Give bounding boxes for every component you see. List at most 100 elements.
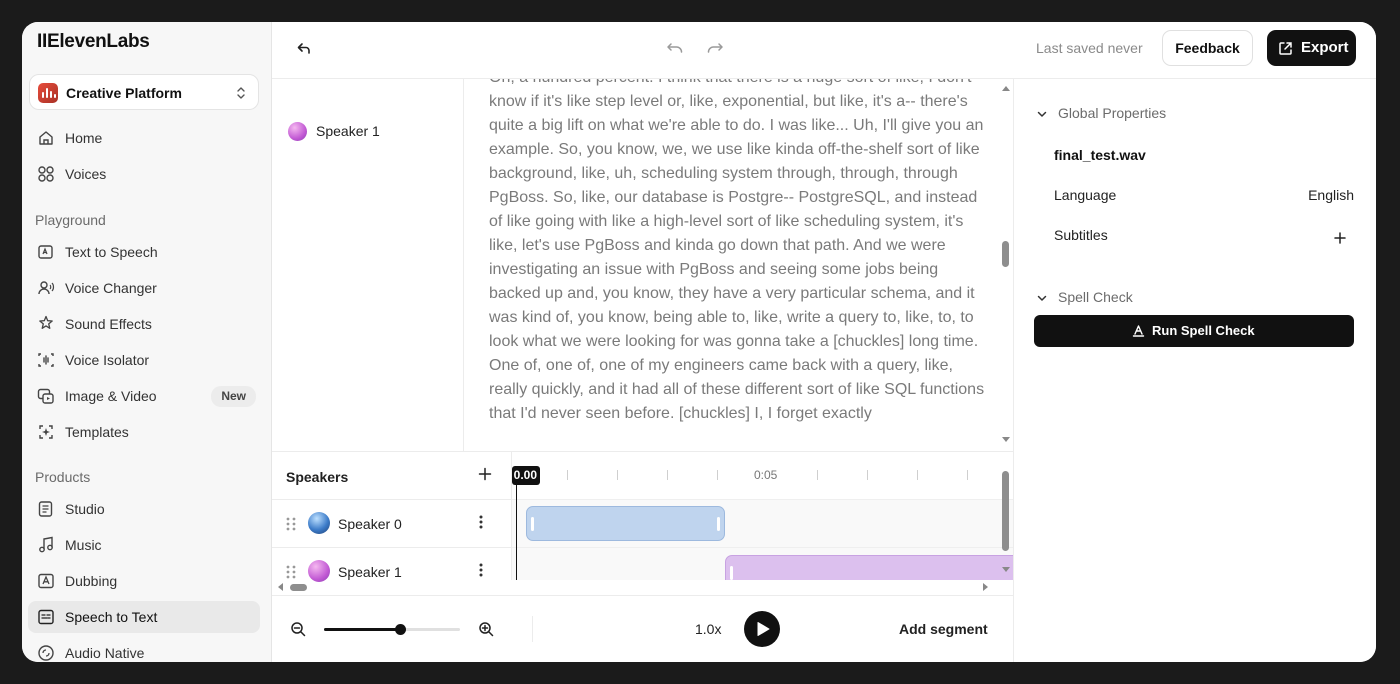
nav-dubbing-label: Dubbing [65,573,118,589]
nav-voice-changer-label: Voice Changer [65,280,157,296]
language-value[interactable]: English [1308,187,1354,203]
undo-button[interactable] [661,34,689,62]
speaker-1-segment[interactable] [725,555,1013,580]
global-properties-toggle[interactable]: Global Properties [1036,105,1236,123]
zoom-in-icon[interactable] [478,621,494,637]
playground-heading: Playground [35,212,106,228]
nav-text-to-speech[interactable]: Text to Speech [28,236,260,268]
workspace-label: Creative Platform [66,85,182,101]
playback-speed-button[interactable]: 1.0x [695,621,721,637]
nav-audio-native-label: Audio Native [65,645,145,661]
transcript-speaker-column: Speaker 1 [272,79,464,451]
back-button[interactable] [290,34,318,62]
speaker-1-lane[interactable] [512,547,1013,580]
music-icon [39,536,53,553]
nav-templates[interactable]: Templates [28,416,260,448]
nav-voices[interactable]: Voices [28,158,260,190]
speaker-1-avatar [308,560,330,582]
dubbing-icon [38,573,54,589]
time-ruler[interactable]: 0:05 0.00 [512,452,1013,500]
timeline-horizontal-scrollbar[interactable] [272,580,1013,595]
nav-speech-to-text[interactable]: Speech to Text [28,601,260,633]
playhead-time[interactable]: 0.00 [512,466,540,485]
run-spell-check-button[interactable]: Run Spell Check [1034,315,1354,347]
scroll-left-icon [278,583,283,591]
transcript-scroll-thumb[interactable] [1002,241,1009,267]
workspace-switcher[interactable]: Creative Platform [29,74,259,110]
nav-text-to-speech-label: Text to Speech [65,244,158,260]
nav-image-video[interactable]: Image & Video New [28,380,260,412]
drag-handle-icon[interactable] [286,517,296,531]
zoom-slider-fill [324,628,401,631]
eleven-audio-icon [38,83,58,103]
nav-voices-label: Voices [65,166,107,182]
transcript-text[interactable]: Oh, a hundred percent. I think that ther… [489,79,989,426]
spell-check-toggle[interactable]: Spell Check [1036,289,1236,307]
chevron-up-down-icon [237,87,245,99]
top-bar: Last saved never Feedback Export [272,22,1376,79]
zoom-slider[interactable] [324,624,460,635]
nav-voice-isolator[interactable]: Voice Isolator [28,344,260,376]
segment-end-handle[interactable] [717,516,720,531]
voice-changer-icon [38,281,55,295]
nav-studio[interactable]: Studio [28,493,260,525]
speaker-1-avatar [288,122,307,141]
nav-voice-isolator-label: Voice Isolator [65,352,150,368]
zoom-slider-knob[interactable] [395,624,407,635]
scroll-right-icon [983,583,988,591]
nav-home-label: Home [65,130,103,146]
timeline-track-area[interactable]: 0:05 0.00 [512,451,1013,580]
speaker-0-avatar [308,512,330,534]
global-properties-heading: Global Properties [1058,105,1167,121]
divider [532,616,533,642]
timeline-hscroll-thumb[interactable] [290,584,307,591]
add-segment-button[interactable]: Add segment [899,621,988,637]
drag-handle-icon[interactable] [286,565,296,579]
redo-button[interactable] [701,34,729,62]
more-options-icon[interactable] [479,515,483,529]
image-video-icon [37,388,54,404]
feedback-button[interactable]: Feedback [1162,30,1253,66]
nav-sound-effects[interactable]: Sound Effects [28,308,260,340]
nav-dubbing[interactable]: Dubbing [28,565,260,597]
nav-image-video-label: Image & Video [65,388,157,404]
segment-start-handle[interactable] [531,516,534,531]
ruler-tick [617,470,618,480]
speaker-1-name: Speaker 1 [338,564,402,580]
timeline-vertical-scrollbar[interactable] [999,451,1013,580]
export-icon [1279,42,1292,55]
play-button[interactable] [744,611,780,647]
properties-panel: Global Properties final_test.wav Languag… [1013,79,1376,662]
nav-voice-changer[interactable]: Voice Changer [28,272,260,304]
ruler-tick [867,470,868,480]
speaker-0-segment[interactable] [526,506,725,541]
spell-check-icon [1132,325,1145,337]
more-options-icon[interactable] [479,563,483,577]
export-button[interactable]: Export [1267,30,1356,66]
timeline-scroll-thumb[interactable] [1002,471,1009,551]
nav-music-label: Music [65,537,102,553]
chevron-down-icon [1037,111,1047,117]
transcript-scrollbar[interactable] [999,79,1013,451]
nav-studio-label: Studio [65,501,105,517]
transcript-editor[interactable]: Oh, a hundred percent. I think that ther… [465,79,1013,451]
add-speaker-button[interactable] [478,467,492,481]
timeline-speakers-panel: Speakers Speaker 0 Speaker 1 [272,451,512,582]
nav-home[interactable]: Home [28,122,260,154]
file-name: final_test.wav [1054,147,1146,163]
playback-controls: 1.0x Add segment [272,595,1013,662]
add-subtitles-button[interactable] [1334,232,1346,244]
zoom-out-icon[interactable] [290,621,306,637]
nav-audio-native[interactable]: Audio Native [28,637,260,662]
templates-icon [39,425,53,439]
play-icon [757,622,770,636]
nav-music[interactable]: Music [28,529,260,561]
export-label: Export [1301,39,1349,56]
speaker-row[interactable]: Speaker 0 [272,499,512,547]
language-label: Language [1054,187,1117,203]
new-badge: New [211,386,256,407]
speaker-0-lane[interactable] [512,499,1013,547]
audio-native-icon [38,645,54,661]
segment-start-handle[interactable] [730,565,733,580]
playhead[interactable] [516,484,517,580]
